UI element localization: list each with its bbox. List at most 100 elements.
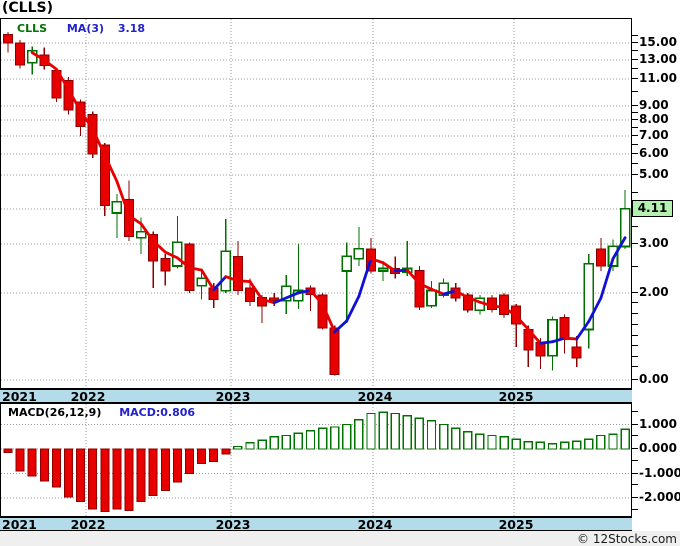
macd-bar: [257, 439, 267, 450]
axis-tick: [632, 50, 638, 51]
chart-legend: CLLS MA(3) 3.18: [17, 22, 145, 35]
macd-bar: [608, 433, 618, 450]
axis-tick: [632, 119, 638, 120]
macd-bar: [51, 448, 61, 488]
macd-axis-label: -2.000: [639, 490, 680, 504]
macd-bar: [559, 441, 570, 450]
axis-tick: [632, 460, 638, 461]
axis-tick: [632, 345, 638, 346]
candle-body: [353, 248, 365, 260]
candle-body: [245, 287, 255, 303]
price-axis-label: 8.00: [639, 112, 669, 126]
ma-line-segment: [236, 279, 252, 283]
macd-bar: [414, 417, 425, 450]
axis-tick: [632, 448, 638, 449]
candlestick: [15, 40, 26, 69]
macd-bar: [76, 448, 86, 503]
macd-bar: [378, 411, 388, 450]
axis-tick: [632, 243, 638, 244]
macd-bar: [293, 432, 304, 450]
stock-chart-page: (CLLS) CLLS MA(3) 3.18 4.11 15.00 13.00 11…: [0, 0, 680, 546]
macd-bar: [572, 440, 582, 450]
ma-line-segment: [357, 257, 373, 298]
price-axis-label: 3.00: [639, 236, 669, 250]
candlestick: [353, 226, 365, 267]
macd-bar: [27, 448, 37, 477]
watermark-link[interactable]: © 12Stocks.com: [577, 532, 677, 546]
x-axis-year-label: 2022: [70, 389, 106, 404]
x-axis-band-bottom: 2021 2022 2023 2024 2025: [0, 517, 632, 531]
macd-bar: [402, 415, 412, 450]
candlestick: [559, 314, 570, 354]
macd-chart-svg: [1, 404, 631, 516]
candle-body: [499, 294, 510, 315]
footer-strip: © 12Stocks.com: [0, 531, 680, 546]
candle-body: [172, 241, 183, 267]
macd-bar: [160, 448, 170, 492]
x-axis-year-label: 2022: [70, 517, 106, 532]
macd-bar: [547, 442, 558, 450]
price-chart-panel: CLLS MA(3) 3.18: [0, 18, 632, 389]
candle-body: [232, 255, 243, 292]
candlestick: [280, 274, 292, 315]
axis-tick: [632, 163, 638, 164]
axis-tick: [632, 266, 638, 267]
macd-bar: [463, 431, 473, 450]
macd-bar: [88, 448, 98, 510]
x-axis-year-label: 2021: [2, 517, 37, 532]
candle-body: [547, 318, 558, 357]
macd-axis-label: 0.000: [639, 441, 677, 455]
page-title: (CLLS): [2, 0, 53, 16]
macd-bar: [221, 448, 231, 455]
axis-tick: [632, 335, 638, 336]
axis-tick: [632, 292, 638, 293]
right-axis: 4.11 15.00 13.00 11.00 9.00 8.00 7.00 6.00 5.00…: [632, 18, 680, 531]
candlestick: [595, 237, 606, 271]
macd-bar: [269, 436, 279, 450]
ma-line-segment: [539, 340, 554, 345]
candle-body: [559, 317, 570, 341]
candlestick: [293, 244, 304, 309]
x-axis-year-label: 2023: [215, 389, 251, 404]
axis-tick: [632, 379, 638, 380]
macd-bar: [305, 429, 316, 450]
axis-tick: [632, 423, 638, 425]
axis-tick: [632, 68, 638, 69]
candle-body: [15, 42, 26, 66]
candlestick: [414, 266, 425, 311]
candle-body: [3, 34, 13, 44]
axis-tick: [632, 78, 638, 79]
macd-axis-label: 1.000: [639, 416, 677, 431]
candle-body: [111, 200, 123, 214]
ma-line-segment: [333, 319, 349, 334]
axis-tick: [632, 411, 638, 412]
candlestick: [511, 303, 522, 347]
candle-body: [595, 248, 606, 267]
candlestick: [426, 280, 437, 309]
candlestick: [111, 194, 123, 238]
axis-tick: [632, 42, 638, 43]
macd-axis-label: -1.000: [639, 465, 680, 480]
x-axis-year-label: 2023: [215, 517, 251, 532]
macd-bar: [281, 434, 291, 450]
legend-symbol: CLLS: [17, 22, 48, 35]
axis-tick: [632, 153, 638, 154]
price-axis-label: 6.00: [639, 146, 669, 160]
candle-body: [571, 346, 582, 359]
candlestick: [474, 295, 486, 315]
axis-tick: [632, 112, 638, 113]
axis-tick: [632, 91, 638, 92]
candlestick: [583, 253, 595, 349]
macd-bar: [354, 418, 364, 450]
x-axis-year-label: 2025: [498, 517, 534, 532]
axis-tick: [632, 484, 638, 485]
macd-bar: [596, 434, 606, 450]
candle-body: [329, 327, 340, 376]
macd-bar: [3, 448, 13, 454]
candle-body: [414, 269, 425, 308]
macd-bar: [499, 436, 509, 450]
candlestick: [26, 46, 38, 75]
candlestick: [571, 336, 582, 367]
macd-bar: [124, 448, 134, 511]
x-axis-year-label: 2025: [498, 389, 534, 404]
